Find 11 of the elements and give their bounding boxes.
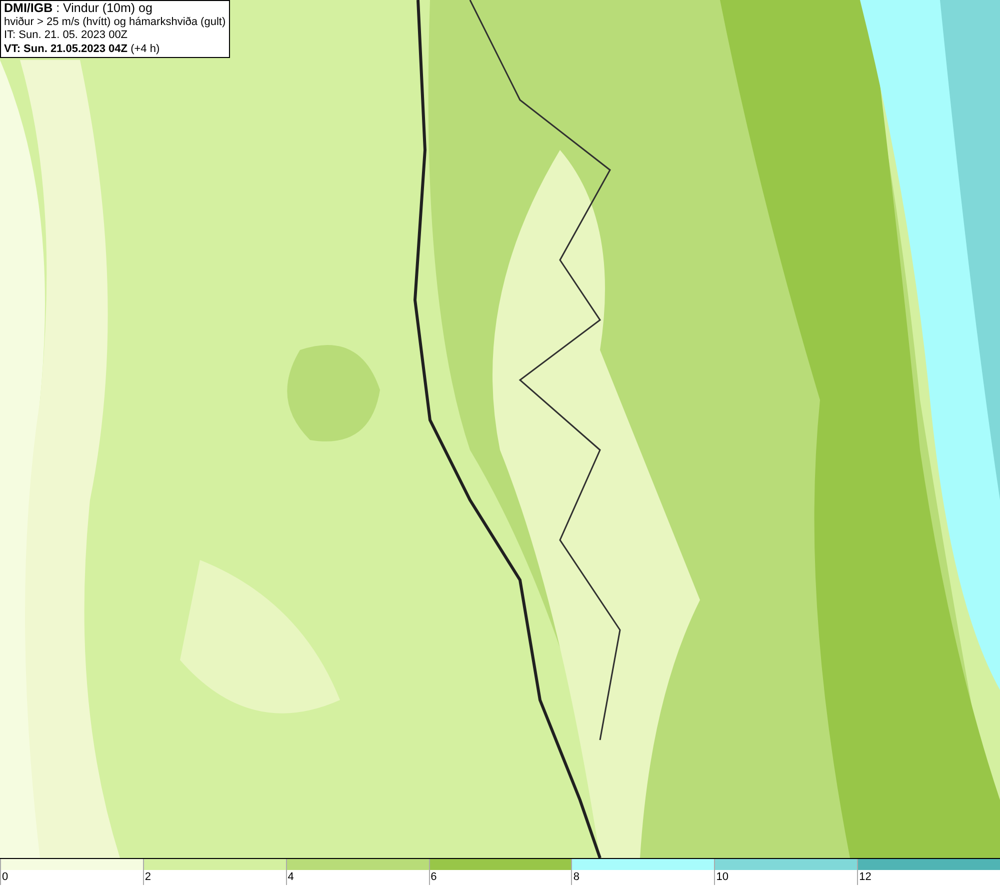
scale-label: 6 xyxy=(430,870,437,885)
scale-label: 0 xyxy=(1,870,8,885)
scale-label: 12 xyxy=(858,870,872,885)
scale-label: 10 xyxy=(715,870,729,885)
scale-label: 2 xyxy=(144,870,151,885)
title-line: IT: Sun. 21. 05. 2023 00Z xyxy=(4,29,129,42)
title-line: DMI/IGB : Vindur (10m) og xyxy=(4,2,154,16)
title-line: hviður > 25 m/s (hvítt) og hámarkshviða (gult) xyxy=(4,16,226,29)
title-line: VT: Sun. 21.05.2023 04Z (+4 h) xyxy=(4,42,161,56)
scale-label: 4 xyxy=(286,870,294,885)
scale-label: 8 xyxy=(572,870,580,885)
